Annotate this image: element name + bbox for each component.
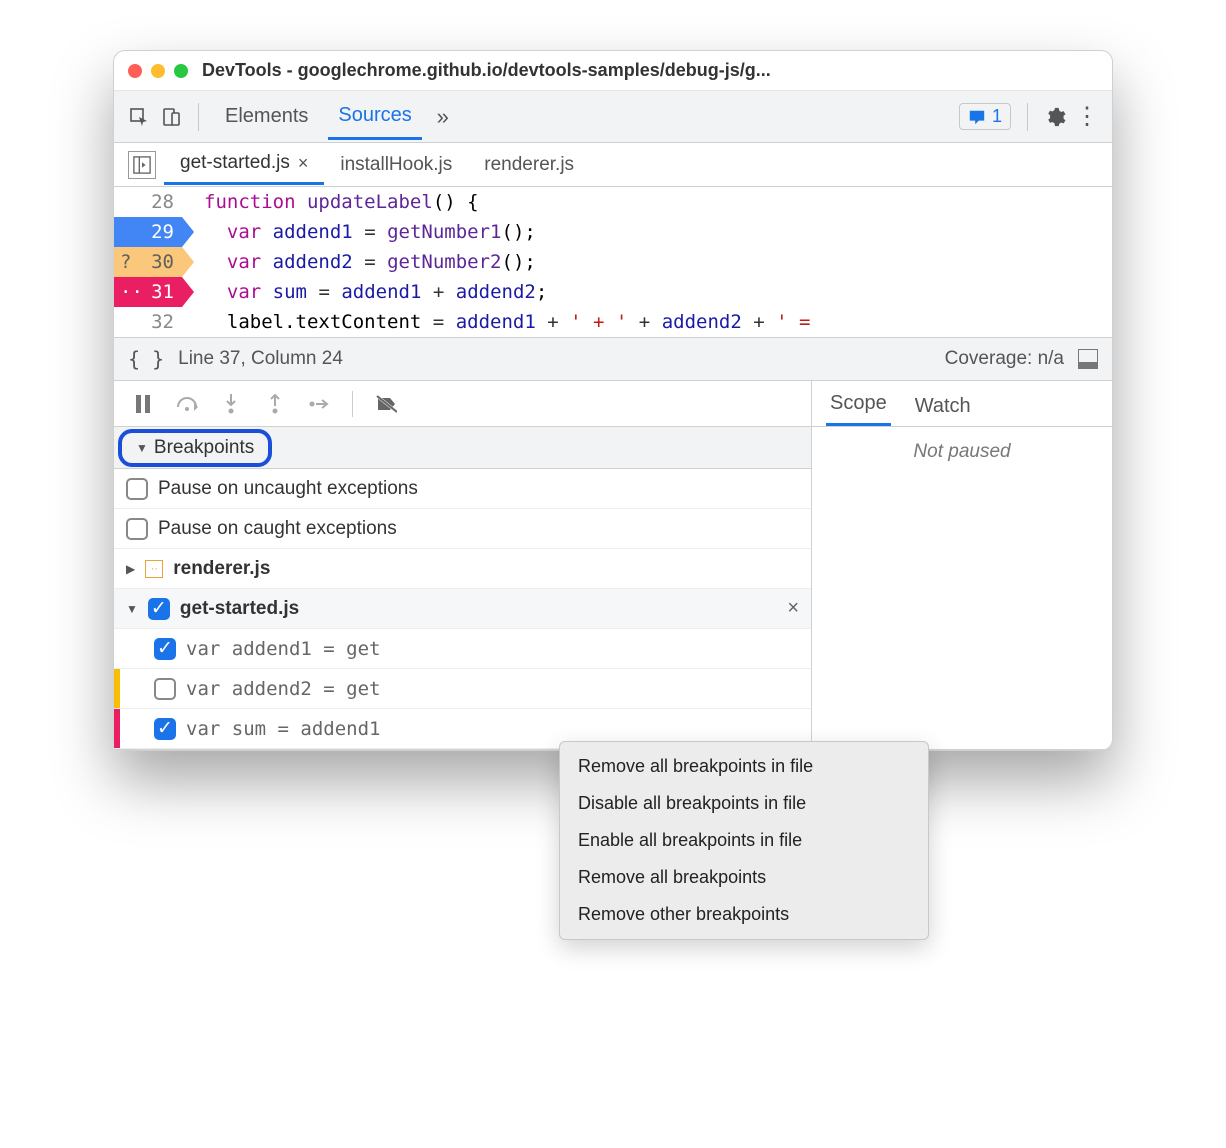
inspect-element-icon[interactable] (128, 106, 150, 128)
debugger-panes: ▼ Breakpoints Pause on uncaught exceptio… (114, 381, 1112, 750)
scope-tab[interactable]: Scope (826, 384, 891, 426)
debugger-right-pane: Scope Watch Not paused (812, 381, 1112, 749)
step-over-icon[interactable] (176, 393, 198, 415)
debugger-left-pane: ▼ Breakpoints Pause on uncaught exceptio… (114, 381, 812, 749)
context-menu-item[interactable]: Remove all breakpoints in file (560, 748, 928, 785)
not-paused-message: Not paused (812, 427, 1112, 477)
step-into-icon[interactable] (220, 393, 242, 415)
context-menu-item[interactable]: Remove all breakpoints (560, 859, 928, 896)
breakpoint-item[interactable]: ✓ var addend1 = get (114, 629, 811, 669)
close-tab-icon[interactable]: × (298, 153, 309, 174)
main-toolbar: Elements Sources » 1 ⋮ (114, 91, 1112, 143)
pause-uncaught-row[interactable]: Pause on uncaught exceptions (114, 469, 811, 509)
line-number[interactable]: 29 (114, 217, 194, 247)
pause-icon[interactable] (132, 393, 154, 415)
editor-statusbar: { } Line 37, Column 24 Coverage: n/a (114, 337, 1112, 381)
step-icon[interactable] (308, 393, 330, 415)
breakpoints-header-highlight: ▼ Breakpoints (118, 429, 272, 467)
toolbar-divider (1027, 103, 1028, 131)
remove-group-icon[interactable]: × (787, 597, 799, 620)
close-window-button[interactable] (128, 64, 142, 78)
code-line[interactable]: function updateLabel() { (204, 187, 1112, 217)
deactivate-breakpoints-icon[interactable] (375, 393, 397, 415)
context-menu-item[interactable]: Remove other breakpoints (560, 896, 928, 933)
line-number[interactable]: 28 (114, 187, 194, 217)
breakpoint-color-bar (114, 669, 120, 708)
breakpoint-file-group[interactable]: ▶ ·· renderer.js (114, 549, 811, 589)
breakpoint-code-label: var addend2 = get (186, 678, 380, 700)
breakpoints-section-header[interactable]: ▼ Breakpoints (114, 427, 811, 469)
expand-triangle-icon[interactable]: ▶ (126, 562, 135, 576)
more-tabs-icon[interactable]: » (432, 106, 454, 128)
traffic-lights (128, 64, 188, 78)
file-tab-installhook[interactable]: installHook.js (324, 146, 468, 184)
minimize-window-button[interactable] (151, 64, 165, 78)
expand-triangle-icon[interactable]: ▼ (126, 602, 138, 616)
step-out-icon[interactable] (264, 393, 286, 415)
js-file-icon: ·· (145, 560, 163, 578)
cursor-position: Line 37, Column 24 (178, 348, 343, 370)
context-menu-item[interactable]: Enable all breakpoints in file (560, 822, 928, 859)
breakpoint-color-bar (114, 709, 120, 748)
pause-caught-checkbox[interactable] (126, 518, 148, 540)
context-menu-item[interactable]: Disable all breakpoints in file (560, 785, 928, 822)
coverage-label: Coverage: n/a (945, 348, 1064, 370)
tab-sources[interactable]: Sources (328, 94, 421, 140)
line-number[interactable]: ?30 (114, 247, 194, 277)
tab-elements[interactable]: Elements (215, 95, 318, 138)
navigator-toggle-icon[interactable] (128, 151, 156, 179)
file-group-checkbox[interactable]: ✓ (148, 598, 170, 620)
code-line[interactable]: var sum = addend1 + addend2; (204, 277, 1112, 307)
breakpoint-file-group[interactable]: ▼ ✓ get-started.js × (114, 589, 811, 629)
breakpoint-item[interactable]: var addend2 = get (114, 669, 811, 709)
debugger-toolbar (114, 381, 811, 427)
code-editor[interactable]: 2829?30··3132 function updateLabel() { v… (114, 187, 1112, 337)
toolbar-divider (198, 103, 199, 131)
dock-bottom-icon[interactable] (1078, 349, 1098, 369)
window-title: DevTools - googlechrome.github.io/devtoo… (202, 60, 771, 81)
file-tabs-bar: get-started.js × installHook.js renderer… (114, 143, 1112, 187)
issues-button[interactable]: 1 (959, 103, 1011, 130)
window-titlebar: DevTools - googlechrome.github.io/devtoo… (114, 51, 1112, 91)
source-content[interactable]: function updateLabel() { var addend1 = g… (194, 187, 1112, 337)
device-toggle-icon[interactable] (160, 106, 182, 128)
expand-triangle-icon: ▼ (136, 441, 148, 455)
code-line[interactable]: var addend1 = getNumber1(); (204, 217, 1112, 247)
line-gutter[interactable]: 2829?30··3132 (114, 187, 194, 337)
pause-uncaught-checkbox[interactable] (126, 478, 148, 500)
code-line[interactable]: label.textContent = addend1 + ' + ' + ad… (204, 307, 1112, 337)
breakpoint-context-menu: Remove all breakpoints in fileDisable al… (559, 741, 929, 940)
file-tab-renderer[interactable]: renderer.js (468, 146, 590, 184)
kebab-menu-icon[interactable]: ⋮ (1076, 106, 1098, 128)
settings-gear-icon[interactable] (1044, 106, 1066, 128)
scope-watch-tabs: Scope Watch (812, 381, 1112, 427)
pretty-print-icon[interactable]: { } (128, 347, 164, 371)
line-number[interactable]: ··31 (114, 277, 194, 307)
maximize-window-button[interactable] (174, 64, 188, 78)
code-line[interactable]: var addend2 = getNumber2(); (204, 247, 1112, 277)
pause-caught-row[interactable]: Pause on caught exceptions (114, 509, 811, 549)
devtools-window: DevTools - googlechrome.github.io/devtoo… (113, 50, 1113, 751)
issues-count: 1 (992, 106, 1002, 127)
file-tab-get-started[interactable]: get-started.js × (164, 144, 324, 185)
watch-tab[interactable]: Watch (911, 387, 975, 426)
breakpoint-checkbox[interactable]: ✓ (154, 718, 176, 740)
breakpoint-code-label: var sum = addend1 (186, 718, 380, 740)
breakpoint-checkbox[interactable]: ✓ (154, 638, 176, 660)
breakpoint-code-label: var addend1 = get (186, 638, 380, 660)
line-number[interactable]: 32 (114, 307, 194, 337)
breakpoint-checkbox[interactable] (154, 678, 176, 700)
